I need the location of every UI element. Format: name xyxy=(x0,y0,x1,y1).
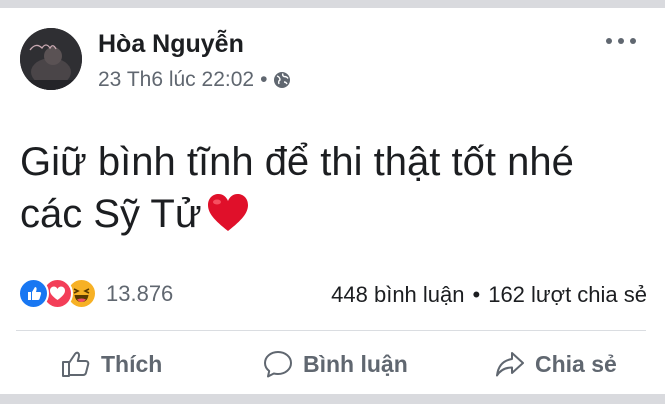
reaction-count: 13.876 xyxy=(106,280,174,306)
thumbs-up-icon xyxy=(62,351,90,377)
post-date[interactable]: 23 Th6 lúc 22:02 xyxy=(98,68,254,92)
post-text-line-2: các Sỹ Tử xyxy=(20,188,620,240)
like-button[interactable]: Thích xyxy=(60,348,162,380)
share-label: Chia sẻ xyxy=(535,350,617,377)
like-label: Thích xyxy=(101,350,163,377)
engagement-counts: 448 bình luận • 162 lượt chia sẻ xyxy=(331,282,647,308)
author-name[interactable]: Hòa Nguyễn xyxy=(98,30,244,59)
post-text: Giữ bình tĩnh để thi thật tốt nhé các Sỹ… xyxy=(20,136,620,240)
heart-emoji-icon xyxy=(206,193,250,233)
counts-separator: • xyxy=(472,282,481,307)
post-text-line-2-text: các Sỹ Tử xyxy=(20,192,202,236)
globe-icon[interactable] xyxy=(273,71,291,89)
meta-separator: • xyxy=(260,68,268,91)
like-reaction-icon xyxy=(18,278,49,309)
more-options-icon[interactable] xyxy=(604,34,638,48)
comment-count[interactable]: 448 bình luận xyxy=(331,282,464,307)
reactions-summary[interactable]: 13.876 xyxy=(18,278,173,309)
avatar[interactable] xyxy=(20,28,82,90)
share-count[interactable]: 162 lượt chia sẻ xyxy=(488,282,647,307)
comment-icon xyxy=(264,351,292,378)
comment-label: Bình luận xyxy=(303,350,408,377)
divider xyxy=(16,330,646,331)
share-icon xyxy=(496,352,524,377)
post-meta: 23 Th6 lúc 22:02 • xyxy=(98,68,291,92)
share-button[interactable]: Chia sẻ xyxy=(494,348,617,380)
post-text-line-1: Giữ bình tĩnh để thi thật tốt nhé xyxy=(20,140,574,184)
comment-button[interactable]: Bình luận xyxy=(262,348,408,380)
post-card: Hòa Nguyễn 23 Th6 lúc 22:02 • Giữ bình t… xyxy=(0,8,665,394)
